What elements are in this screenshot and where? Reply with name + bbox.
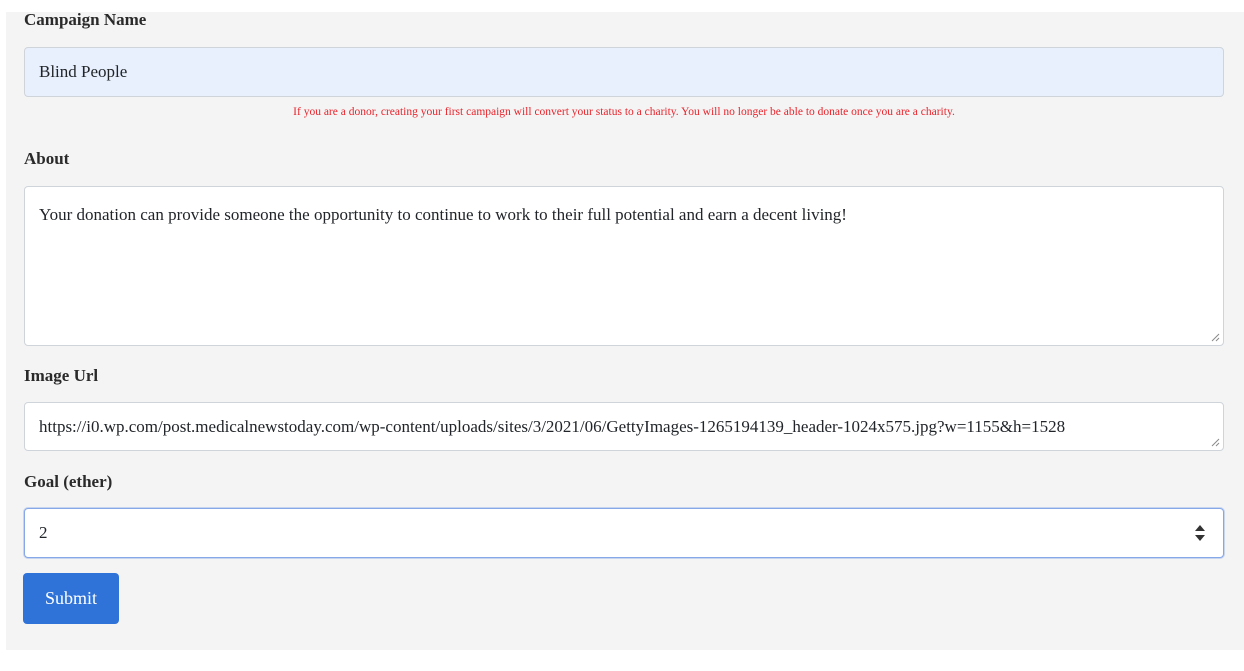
resize-grip-icon[interactable] — [1211, 438, 1220, 447]
image-url-value: https://i0.wp.com/post.medicalnewstoday.… — [39, 416, 1066, 436]
spinner-down-icon[interactable] — [1195, 535, 1205, 541]
goal-value: 2 — [39, 523, 48, 542]
campaign-name-label: Campaign Name — [24, 10, 147, 29]
goal-label: Goal (ether) — [24, 472, 113, 491]
submit-button[interactable]: Submit — [23, 573, 119, 624]
spinner-up-icon[interactable] — [1195, 525, 1205, 531]
image-url-label: Image Url — [24, 366, 99, 385]
number-spinner-icon[interactable] — [1195, 525, 1205, 541]
about-textarea[interactable]: Your donation can provide someone the op… — [24, 186, 1224, 346]
campaign-name-value: Blind People — [39, 62, 128, 81]
about-value: Your donation can provide someone the op… — [39, 205, 847, 224]
goal-number-input[interactable]: 2 — [24, 508, 1224, 558]
donor-warning-text: If you are a donor, creating your first … — [293, 106, 955, 118]
resize-grip-icon[interactable] — [1211, 333, 1220, 342]
campaign-name-input[interactable]: Blind People — [24, 47, 1224, 97]
image-url-textarea[interactable]: https://i0.wp.com/post.medicalnewstoday.… — [24, 402, 1224, 451]
about-label: About — [24, 149, 70, 168]
